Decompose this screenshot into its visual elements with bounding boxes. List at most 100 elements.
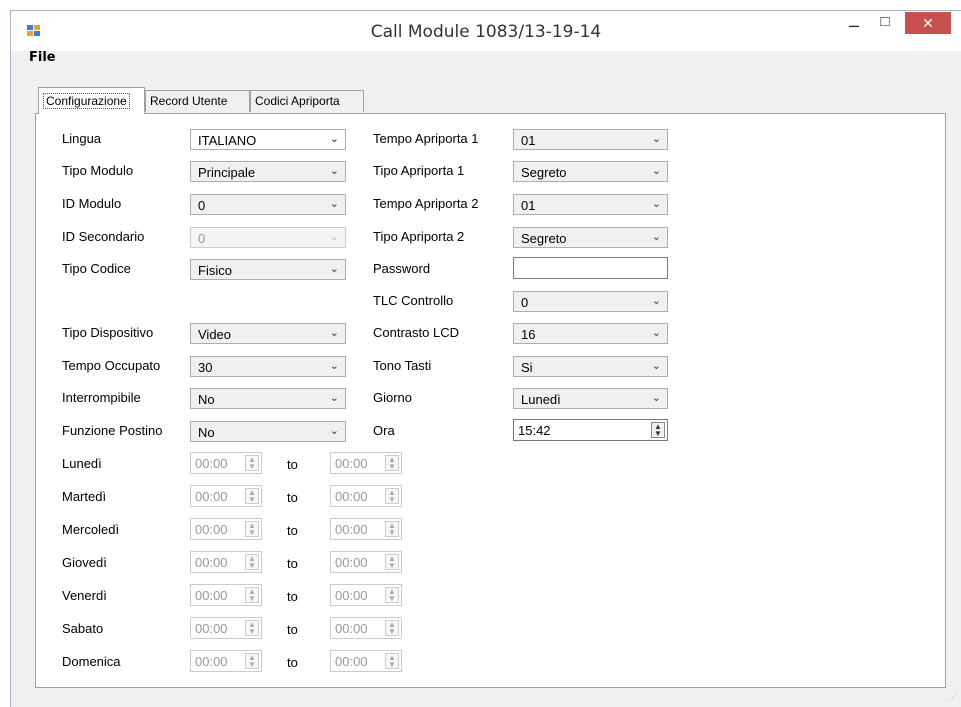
select-funzione-postino[interactable]: No ⌄ bbox=[190, 421, 346, 442]
time-from-marted-value: 00:00 bbox=[195, 489, 228, 504]
spin-arrows-icon[interactable]: ▲ ▼ bbox=[651, 422, 665, 438]
time-from-sabato: 00:00 ▲ ▼ bbox=[190, 617, 262, 639]
chevron-down-icon: ⌄ bbox=[651, 231, 661, 243]
label-ora: Ora bbox=[373, 423, 395, 438]
label-tipo-modulo: Tipo Modulo bbox=[62, 163, 134, 178]
select-lingua[interactable]: ITALIANO ⌄ bbox=[190, 129, 346, 150]
label-day-luned: Lunedì bbox=[62, 456, 102, 471]
select-tipo-apriporta-2-value: Segreto bbox=[521, 231, 567, 246]
label-tempo-apriporta-2: Tempo Apriporta 2 bbox=[373, 196, 479, 211]
select-tempo-occupato-value: 30 bbox=[198, 360, 213, 375]
time-from-marted: 00:00 ▲ ▼ bbox=[190, 485, 262, 507]
minimize-button[interactable]: – bbox=[839, 11, 869, 41]
time-to-domenica-value: 00:00 bbox=[335, 654, 368, 669]
label-day-venerd: Venerdì bbox=[62, 588, 107, 603]
time-from-luned: 00:00 ▲ ▼ bbox=[190, 452, 262, 474]
password-field[interactable] bbox=[513, 257, 668, 279]
title-bar[interactable]: Call Module 1083/13-19-14 – □ ✕ bbox=[11, 11, 961, 51]
time-from-venerd-value: 00:00 bbox=[195, 588, 228, 603]
time-to-gioved: 00:00 ▲ ▼ bbox=[330, 551, 402, 573]
label-to: to bbox=[287, 457, 298, 472]
select-id-secondario: 0 ⌄ bbox=[190, 227, 346, 248]
time-to-gioved-value: 00:00 bbox=[335, 555, 368, 570]
select-lingua-value: ITALIANO bbox=[198, 133, 257, 148]
time-from-mercoled: 00:00 ▲ ▼ bbox=[190, 518, 262, 540]
time-to-luned: 00:00 ▲ ▼ bbox=[330, 452, 402, 474]
select-giorno-value: Lunedì bbox=[521, 392, 561, 407]
select-tono-tasti-value: Si bbox=[521, 360, 533, 375]
select-tipo-modulo-value: Principale bbox=[198, 165, 256, 180]
chevron-down-icon: ⌄ bbox=[651, 360, 661, 372]
select-tipo-codice[interactable]: Fisico ⌄ bbox=[190, 259, 346, 280]
select-tono-tasti[interactable]: Si ⌄ bbox=[513, 356, 668, 377]
label-to: to bbox=[287, 622, 298, 637]
time-stepper-ora[interactable]: 15:42 ▲ ▼ bbox=[513, 419, 668, 441]
select-tempo-apriporta-1-value: 01 bbox=[521, 133, 536, 148]
select-interrompibile[interactable]: No ⌄ bbox=[190, 388, 346, 409]
label-interrompibile: Interrompibile bbox=[62, 390, 141, 405]
select-tipo-apriporta-2[interactable]: Segreto ⌄ bbox=[513, 227, 668, 248]
spin-arrows-icon: ▲ ▼ bbox=[245, 455, 259, 471]
label-tipo-apriporta-1: Tipo Apriporta 1 bbox=[373, 163, 465, 178]
maximize-button[interactable]: □ bbox=[869, 11, 901, 41]
select-tlc-controllo[interactable]: 0 ⌄ bbox=[513, 291, 668, 312]
window-title: Call Module 1083/13-19-14 bbox=[370, 22, 602, 42]
time-to-mercoled: 00:00 ▲ ▼ bbox=[330, 518, 402, 540]
spin-arrows-icon: ▲ ▼ bbox=[385, 587, 399, 603]
resize-grip-icon[interactable]: ⋰ bbox=[948, 692, 957, 703]
chevron-down-icon: ⌄ bbox=[651, 295, 661, 307]
chevron-down-icon: ⌄ bbox=[329, 263, 339, 275]
label-id-modulo: ID Modulo bbox=[62, 196, 122, 211]
select-interrompibile-value: No bbox=[198, 392, 215, 407]
spin-arrows-icon: ▲ ▼ bbox=[385, 620, 399, 636]
select-giorno[interactable]: Lunedì ⌄ bbox=[513, 388, 668, 409]
time-to-domenica: 00:00 ▲ ▼ bbox=[330, 650, 402, 672]
select-id-modulo[interactable]: 0 ⌄ bbox=[190, 194, 346, 215]
time-from-gioved-value: 00:00 bbox=[195, 555, 228, 570]
label-tlc-controllo: TLC Controllo bbox=[373, 293, 454, 308]
spin-arrows-icon: ▲ ▼ bbox=[245, 488, 259, 504]
select-funzione-postino-value: No bbox=[198, 425, 215, 440]
select-tipo-apriporta-1-value: Segreto bbox=[521, 165, 567, 180]
chevron-down-icon: ⌄ bbox=[651, 133, 661, 145]
chevron-down-icon: ⌄ bbox=[329, 360, 339, 372]
time-from-venerd: 00:00 ▲ ▼ bbox=[190, 584, 262, 606]
tab-record-utente[interactable]: Record Utente bbox=[145, 90, 250, 112]
tab-configurazione[interactable]: Configurazione bbox=[38, 87, 145, 114]
label-id-secondario: ID Secondario bbox=[62, 229, 145, 244]
spin-arrows-icon: ▲ ▼ bbox=[385, 455, 399, 471]
time-from-sabato-value: 00:00 bbox=[195, 621, 228, 636]
time-to-sabato-value: 00:00 bbox=[335, 621, 368, 636]
label-to: to bbox=[287, 556, 298, 571]
chevron-down-icon: ⌄ bbox=[329, 327, 339, 339]
label-to: to bbox=[287, 655, 298, 670]
label-contrasto-lcd: Contrasto LCD bbox=[373, 325, 459, 340]
label-to: to bbox=[287, 589, 298, 604]
chevron-down-icon: ⌄ bbox=[329, 425, 339, 437]
time-to-luned-value: 00:00 bbox=[335, 456, 368, 471]
label-day-marted: Martedì bbox=[62, 489, 107, 504]
select-tipo-codice-value: Fisico bbox=[198, 263, 232, 278]
label-tipo-apriporta-2: Tipo Apriporta 2 bbox=[373, 229, 465, 244]
close-button[interactable]: ✕ bbox=[905, 12, 951, 34]
select-tipo-apriporta-1[interactable]: Segreto ⌄ bbox=[513, 161, 668, 182]
spin-arrows-icon: ▲ ▼ bbox=[245, 653, 259, 669]
select-tempo-apriporta-2[interactable]: 01 ⌄ bbox=[513, 194, 668, 215]
select-tempo-occupato[interactable]: 30 ⌄ bbox=[190, 356, 346, 377]
time-stepper-ora-value: 15:42 bbox=[518, 423, 551, 438]
spin-arrows-icon: ▲ ▼ bbox=[245, 587, 259, 603]
select-tempo-apriporta-2-value: 01 bbox=[521, 198, 536, 213]
spin-arrows-icon: ▲ ▼ bbox=[385, 653, 399, 669]
spin-arrows-icon: ▲ ▼ bbox=[385, 521, 399, 537]
select-tempo-apriporta-1[interactable]: 01 ⌄ bbox=[513, 129, 668, 150]
time-to-mercoled-value: 00:00 bbox=[335, 522, 368, 537]
label-tono-tasti: Tono Tasti bbox=[373, 358, 432, 373]
select-contrasto-lcd[interactable]: 16 ⌄ bbox=[513, 323, 668, 344]
tab-label: Configurazione bbox=[43, 93, 130, 109]
select-contrasto-lcd-value: 16 bbox=[521, 327, 536, 342]
select-tipo-dispositivo[interactable]: Video ⌄ bbox=[190, 323, 346, 344]
select-tipo-modulo[interactable]: Principale ⌄ bbox=[190, 161, 346, 182]
menu-file[interactable]: File bbox=[29, 50, 56, 65]
label-day-gioved: Giovedì bbox=[62, 555, 107, 570]
tab-codici-apriporta[interactable]: Codici Apriporta bbox=[250, 90, 364, 112]
